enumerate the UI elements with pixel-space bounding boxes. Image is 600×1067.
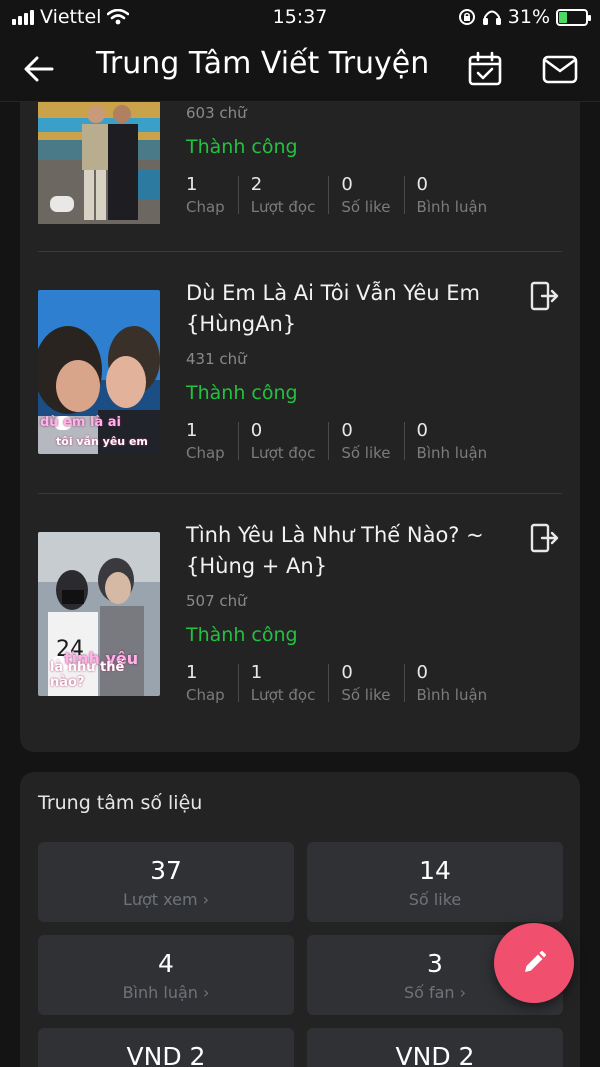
orientation-lock-icon: [458, 9, 475, 25]
signal-icon: [12, 9, 34, 25]
status-right: 31%: [458, 6, 591, 28]
screen: 603 chữ Thành công 1 Chap 2 Lượt đọc 0 Số l…: [0, 0, 600, 1067]
tile-income-1[interactable]: VND 2: [38, 1028, 294, 1067]
story-cover[interactable]: 24 tình yêu là như thế nào?: [38, 532, 160, 696]
tile-value: 37: [150, 856, 182, 885]
tile-income-2[interactable]: VND 2: [307, 1028, 563, 1067]
publish-status: Thành công: [186, 136, 298, 158]
tile-value: VND 2: [126, 1042, 206, 1067]
back-arrow-icon[interactable]: [22, 52, 56, 86]
stat-chap: 1 Chap: [186, 662, 239, 706]
status-left: Viettel: [12, 6, 130, 28]
write-fab-button[interactable]: [494, 923, 574, 1003]
publish-status: Thành công: [186, 624, 298, 646]
story-cover[interactable]: dù em là ai tôi vẫn yêu em: [38, 290, 160, 454]
tile-value: 4: [158, 949, 174, 978]
story-cover[interactable]: [38, 100, 160, 264]
word-count: 431 chữ: [186, 350, 247, 368]
chevron-right-icon: ›: [459, 983, 467, 1002]
calendar-check-icon[interactable]: [466, 50, 504, 88]
stat-reads: 2 Lượt đọc: [251, 174, 330, 218]
stat-comments: 0 Bình luận: [416, 174, 488, 216]
stat-reads: 1 Lượt đọc: [251, 662, 330, 706]
stat-likes: 0 Số like: [341, 420, 405, 464]
cover-subtext: tôi vẫn yêu em: [56, 435, 148, 448]
stat-chap: 1 Chap: [186, 174, 239, 218]
chevron-right-icon: ›: [203, 983, 210, 1002]
tile-views[interactable]: 37 Lượt xem ›: [38, 842, 294, 922]
tile-label: Bình luận ›: [122, 983, 210, 1002]
page-title: Trung Tâm Viết Truyện: [96, 46, 430, 81]
publish-status: Thành công: [186, 382, 298, 404]
story-title[interactable]: Tình Yêu Là Như Thế Nào? ~{Hùng + An}: [186, 520, 506, 582]
carrier-name: Viettel: [40, 6, 102, 28]
pencil-icon: [525, 951, 546, 972]
stat-comments: 0 Bình luận: [416, 662, 488, 704]
battery-fill: [559, 11, 568, 23]
mail-icon[interactable]: [540, 50, 580, 88]
divider: [38, 493, 562, 494]
comment-bubble-icon: [50, 196, 74, 212]
data-center-title: Trung tâm số liệu: [38, 792, 203, 814]
tile-likes: 14 Số like: [307, 842, 563, 922]
story-stats: 1 Chap 2 Lượt đọc 0 Số like 0 Bình luận: [186, 174, 513, 218]
tile-label: Số like: [408, 890, 462, 909]
exit-icon[interactable]: [528, 280, 560, 312]
tile-comments[interactable]: 4 Bình luận ›: [38, 935, 294, 1015]
tile-value: VND 2: [395, 1042, 475, 1067]
exit-icon[interactable]: [528, 522, 560, 554]
divider: [38, 251, 562, 252]
stat-reads: 0 Lượt đọc: [251, 420, 330, 464]
cover-subtext: là như thế nào?: [50, 660, 125, 690]
chevron-right-icon: ›: [202, 890, 210, 909]
stories-card: 603 chữ Thành công 1 Chap 2 Lượt đọc 0 Số l…: [20, 60, 580, 752]
app-header: Trung Tâm Viết Truyện: [0, 34, 600, 102]
word-count: 603 chữ: [186, 104, 247, 122]
status-bar: Viettel 15:37 31%: [0, 0, 600, 34]
stat-likes: 0 Số like: [341, 662, 405, 706]
story-stats: 1 Chap 0 Lượt đọc 0 Số like 0 Bình luận: [186, 420, 513, 464]
battery-icon: [556, 8, 591, 26]
battery-percent: 31%: [507, 6, 550, 28]
cover-text: dù em là ai: [40, 415, 121, 430]
story-title[interactable]: Dù Em Là Ai Tôi Vẫn Yêu Em {HùngAn}: [186, 278, 506, 340]
stat-comments: 0 Bình luận: [416, 420, 488, 462]
data-center-card: Trung tâm số liệu 37 Lượt xem › 14 Số li…: [20, 772, 580, 1067]
stat-chap: 1 Chap: [186, 420, 239, 464]
story-stats: 1 Chap 1 Lượt đọc 0 Số like 0 Bình luận: [186, 662, 513, 706]
wifi-icon: [107, 9, 130, 25]
word-count: 507 chữ: [186, 592, 247, 610]
tile-label: Lượt xem ›: [122, 890, 210, 909]
stat-likes: 0 Số like: [341, 174, 405, 218]
tile-value: 14: [419, 856, 451, 885]
headphones-icon: [482, 10, 501, 25]
